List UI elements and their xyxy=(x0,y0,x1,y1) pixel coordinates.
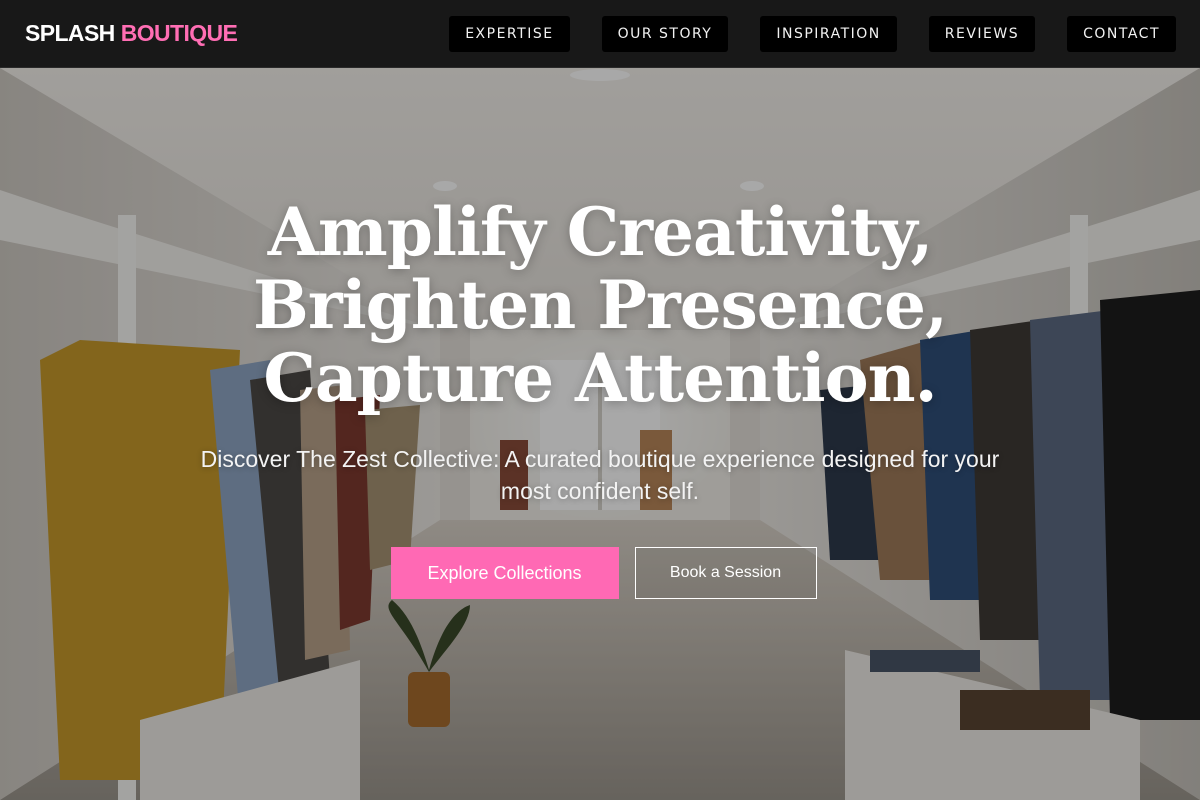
hero-section: Amplify Creativity, Brighten Presence, C… xyxy=(0,196,1200,599)
hero-title-line: Brighten Presence, xyxy=(253,266,948,344)
hero-title-line: Amplify Creativity, xyxy=(267,193,934,271)
book-session-button[interactable]: Book a Session xyxy=(634,547,817,599)
hero-title-line: Capture Attention. xyxy=(263,339,937,417)
nav-link-our-story[interactable]: OUR STORY xyxy=(601,15,729,52)
brand-name-second: BOUTIQUE xyxy=(120,20,238,46)
brand-name-first: SPLASH xyxy=(25,20,115,46)
nav-links: EXPERTISE OUR STORY INSPIRATION REVIEWS … xyxy=(449,15,1176,52)
hero-title: Amplify Creativity, Brighten Presence, C… xyxy=(0,196,1200,415)
hero-actions: Explore Collections Book a Session xyxy=(0,547,1200,599)
explore-collections-button[interactable]: Explore Collections xyxy=(390,547,619,599)
nav-link-expertise[interactable]: EXPERTISE xyxy=(449,15,570,52)
nav-link-contact[interactable]: CONTACT xyxy=(1067,15,1176,52)
brand-logo[interactable]: SPLASH BOUTIQUE xyxy=(25,20,238,47)
nav-link-reviews[interactable]: REVIEWS xyxy=(928,15,1036,52)
top-navbar: SPLASH BOUTIQUE EXPERTISE OUR STORY INSPI… xyxy=(0,0,1200,68)
nav-link-inspiration[interactable]: INSPIRATION xyxy=(760,15,897,52)
hero-subtitle: Discover The Zest Collective: A curated … xyxy=(200,446,1000,504)
